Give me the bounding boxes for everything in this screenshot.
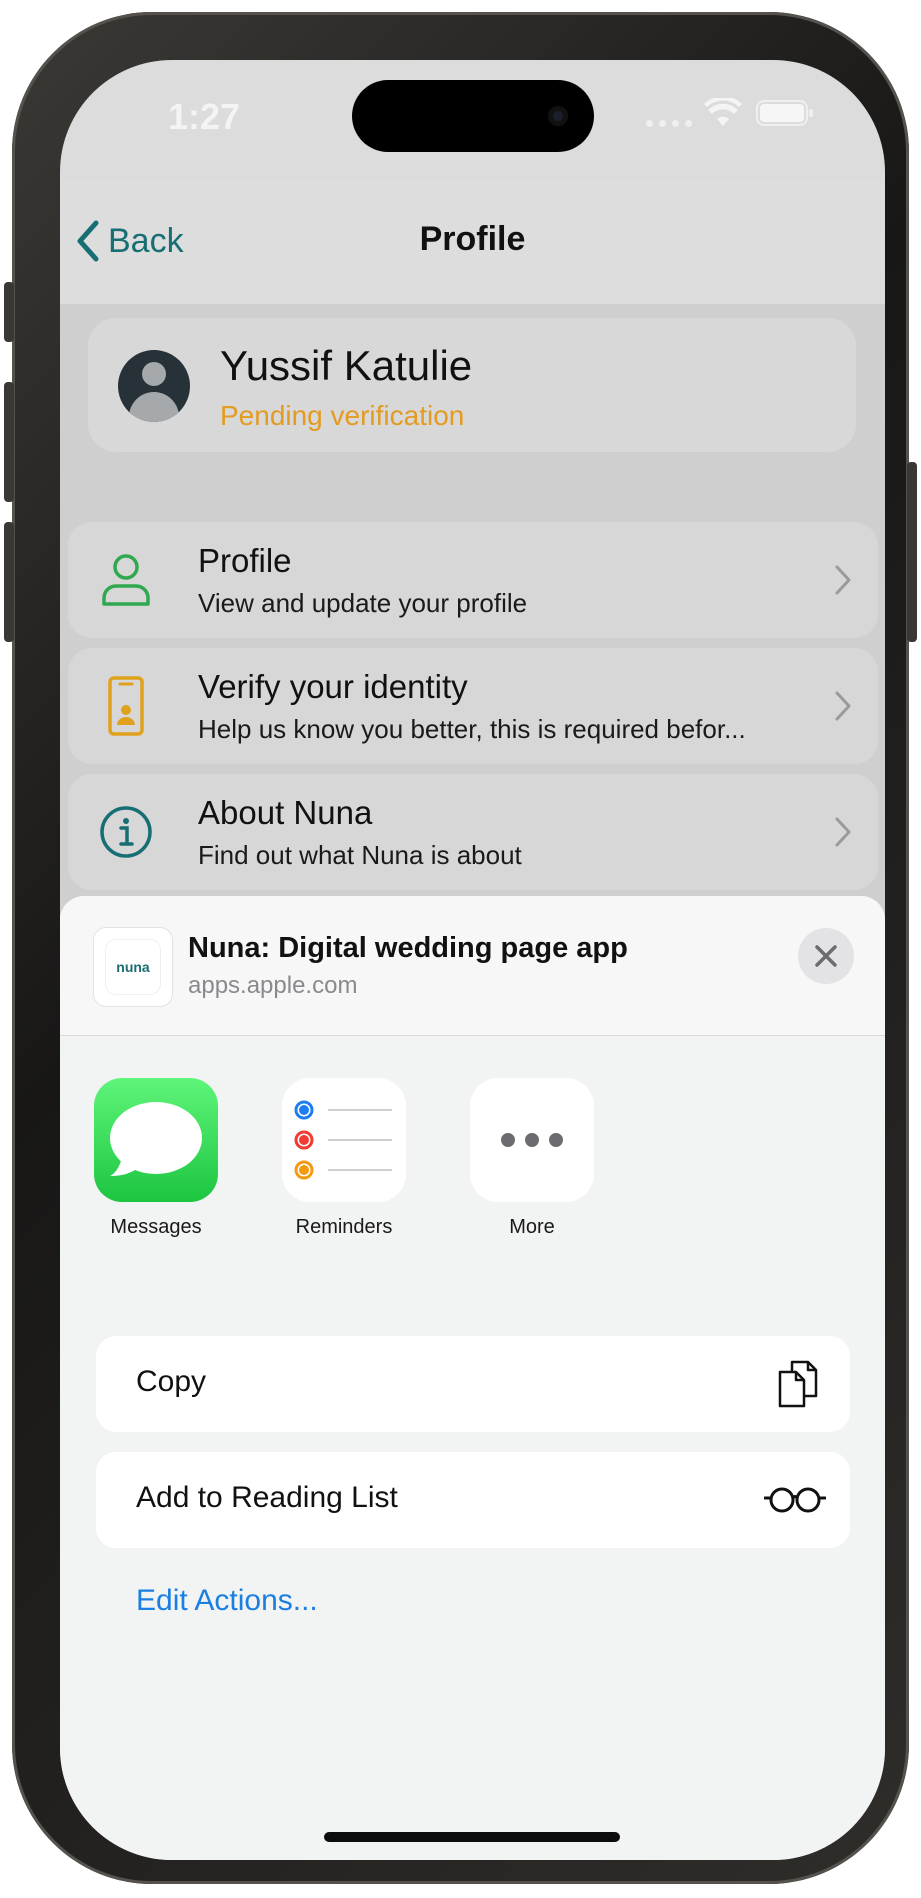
person-icon	[102, 554, 150, 606]
page-title: Profile	[419, 220, 526, 258]
info-icon	[100, 806, 152, 858]
reminders-icon	[282, 1078, 406, 1202]
share-sheet-header: nuna Nuna: Digital wedding page app apps…	[60, 896, 885, 1036]
glasses-icon	[764, 1487, 826, 1513]
menu-item-profile[interactable]: Profile View and update your profile	[68, 522, 878, 638]
screen: 1:27 Back Profile Yussif Katulie Pending…	[60, 60, 885, 1860]
menu-item-subtitle: Find out what Nuna is about	[198, 840, 522, 870]
nuna-logo: nuna	[106, 940, 160, 994]
copy-icon	[778, 1360, 818, 1408]
share-app-label: Messages	[110, 1216, 202, 1238]
navigation-bar: Back Profile	[60, 180, 885, 304]
action-label: Add to Reading List	[136, 1481, 398, 1514]
phone-frame: 1:27 Back Profile Yussif Katulie Pending…	[4, 12, 917, 1884]
user-name: Yussif Katulie	[220, 342, 473, 389]
dynamic-island	[352, 80, 594, 152]
messages-icon	[94, 1078, 218, 1202]
app-thumbnail: nuna	[94, 928, 172, 1006]
action-label: Copy	[136, 1365, 207, 1398]
close-icon	[815, 945, 837, 967]
phone-id-icon	[108, 676, 144, 736]
camera-icon	[548, 106, 568, 126]
user-card: Yussif Katulie Pending verification	[88, 318, 856, 452]
menu-item-title: Verify your identity	[198, 668, 468, 705]
add-to-reading-list-action[interactable]: Add to Reading List	[96, 1452, 850, 1548]
action-button	[4, 282, 14, 342]
close-button[interactable]	[798, 928, 854, 984]
avatar	[118, 350, 190, 422]
share-title: Nuna: Digital wedding page app	[188, 932, 628, 964]
chevron-right-icon	[835, 817, 851, 847]
wifi-icon	[704, 98, 742, 126]
share-app-label: More	[509, 1216, 555, 1238]
menu-item-subtitle: View and update your profile	[198, 588, 528, 618]
volume-up-button	[4, 382, 14, 502]
chevron-right-icon	[835, 691, 851, 721]
volume-down-button	[4, 522, 14, 642]
menu-item-title: About Nuna	[198, 794, 373, 831]
home-indicator[interactable]	[324, 1832, 620, 1842]
menu-item-about-nuna[interactable]: About Nuna Find out what Nuna is about	[68, 774, 878, 890]
share-sheet: nuna Nuna: Digital wedding page app apps…	[60, 896, 885, 1860]
edit-actions-link[interactable]: Edit Actions...	[136, 1584, 318, 1618]
share-url: apps.apple.com	[188, 972, 358, 999]
share-app-label: Reminders	[295, 1216, 393, 1238]
cellular-signal-icon	[646, 120, 692, 127]
menu-item-title: Profile	[198, 542, 292, 579]
verification-status: Pending verification	[220, 400, 465, 431]
status-time: 1:27	[168, 96, 241, 137]
menu-item-subtitle: Help us know you better, this is require…	[198, 714, 746, 744]
battery-icon	[756, 100, 813, 126]
more-icon	[470, 1078, 594, 1202]
power-button	[907, 462, 917, 642]
share-app-reminders[interactable]: Reminders	[282, 1078, 406, 1239]
chevron-right-icon	[835, 565, 851, 595]
share-app-messages[interactable]: Messages	[94, 1078, 218, 1239]
share-app-more[interactable]: More	[470, 1078, 594, 1239]
menu-item-verify-identity[interactable]: Verify your identity Help us know you be…	[68, 648, 878, 764]
status-bar: 1:27	[60, 60, 885, 180]
copy-action[interactable]: Copy	[96, 1336, 850, 1432]
